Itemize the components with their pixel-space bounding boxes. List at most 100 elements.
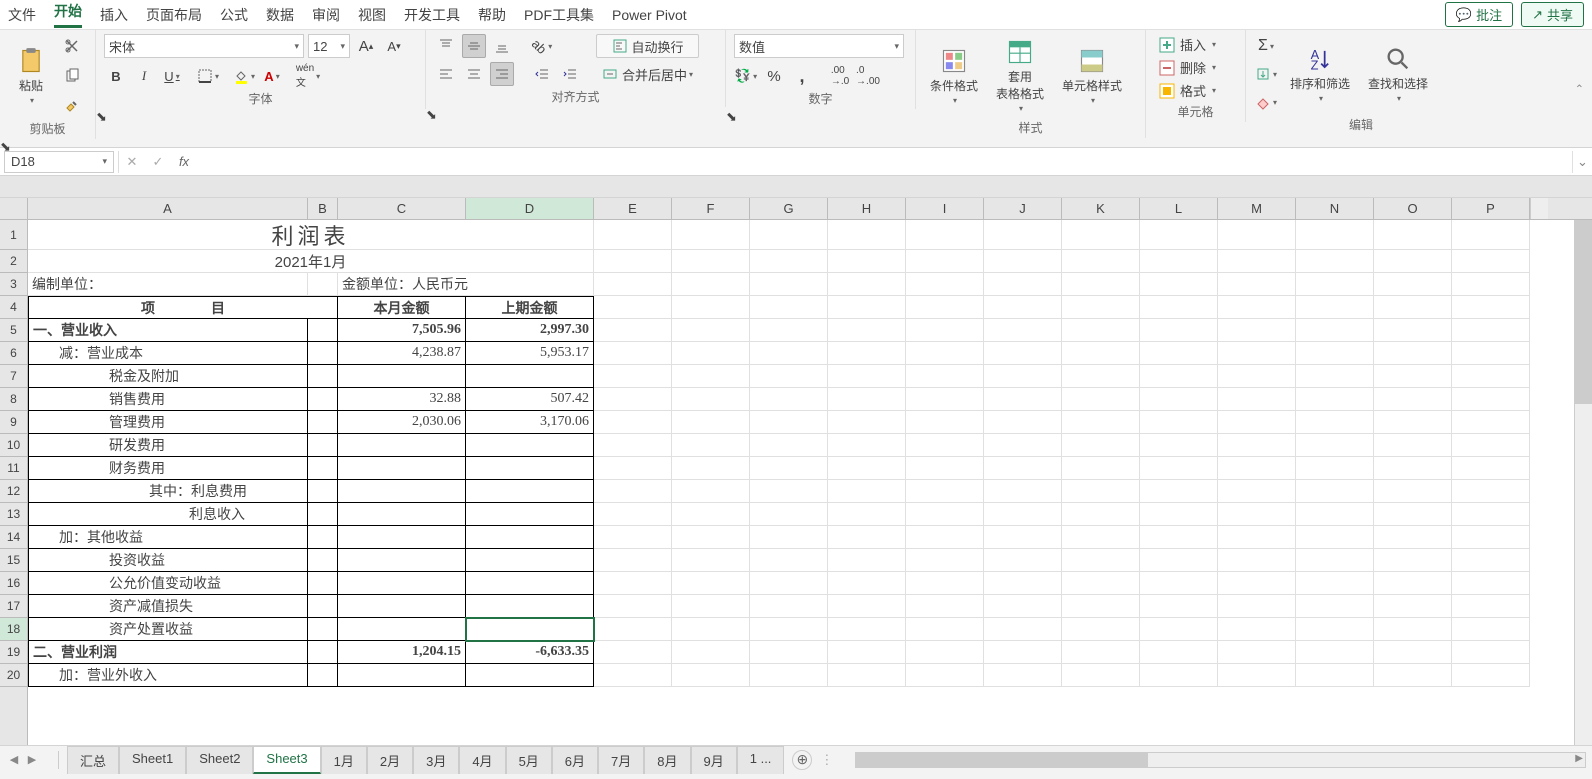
cell-G[interactable] bbox=[750, 342, 828, 365]
cell-B5[interactable] bbox=[308, 319, 338, 342]
row-header-20[interactable]: 20 bbox=[0, 664, 27, 687]
item-cell-17[interactable]: 资产减值损失 bbox=[28, 595, 308, 618]
cut-button[interactable] bbox=[60, 34, 84, 58]
cell-K[interactable] bbox=[1062, 273, 1140, 296]
cell-M[interactable] bbox=[1218, 365, 1296, 388]
sheet-tab-9月[interactable]: 9月 bbox=[691, 746, 737, 774]
column-header-M[interactable]: M bbox=[1218, 198, 1296, 219]
cell-G[interactable] bbox=[750, 457, 828, 480]
format-as-table-button[interactable]: 套用 表格格式▾ bbox=[990, 34, 1050, 117]
cell-F[interactable] bbox=[672, 664, 750, 687]
menu-pdf-tools[interactable]: PDF工具集 bbox=[524, 5, 594, 25]
org-label-cell[interactable]: 编制单位： bbox=[28, 273, 308, 296]
cell-G[interactable] bbox=[750, 273, 828, 296]
cell-L[interactable] bbox=[1140, 434, 1218, 457]
this-value-cell-15[interactable] bbox=[338, 549, 466, 572]
cell-F[interactable] bbox=[672, 388, 750, 411]
cell-M[interactable] bbox=[1218, 411, 1296, 434]
column-header-E[interactable]: E bbox=[594, 198, 672, 219]
cell-F[interactable] bbox=[672, 457, 750, 480]
cell-G[interactable] bbox=[750, 664, 828, 687]
cell-O[interactable] bbox=[1374, 220, 1452, 250]
cell-B15[interactable] bbox=[308, 549, 338, 572]
cell-L[interactable] bbox=[1140, 664, 1218, 687]
cell-F[interactable] bbox=[672, 273, 750, 296]
cell-H[interactable] bbox=[828, 411, 906, 434]
item-cell-7[interactable]: 税金及附加 bbox=[28, 365, 308, 388]
cell-H[interactable] bbox=[828, 503, 906, 526]
prev-value-cell-19[interactable]: -6,633.35 bbox=[466, 641, 594, 664]
sheet-tab-4月[interactable]: 4月 bbox=[459, 746, 505, 774]
cell-F[interactable] bbox=[672, 296, 750, 319]
this-value-cell-12[interactable] bbox=[338, 480, 466, 503]
tab-nav-next[interactable]: ▶ bbox=[24, 752, 40, 768]
cell-P[interactable] bbox=[1452, 296, 1530, 319]
cell-J[interactable] bbox=[984, 572, 1062, 595]
item-cell-14[interactable]: 加：其他收益 bbox=[28, 526, 308, 549]
cell-I[interactable] bbox=[906, 411, 984, 434]
cell-L[interactable] bbox=[1140, 411, 1218, 434]
bold-button[interactable]: B bbox=[104, 64, 128, 88]
cell-I[interactable] bbox=[906, 434, 984, 457]
cell-F[interactable] bbox=[672, 618, 750, 641]
cell-I[interactable] bbox=[906, 480, 984, 503]
cell-O[interactable] bbox=[1374, 503, 1452, 526]
cell-P[interactable] bbox=[1452, 220, 1530, 250]
cell-K[interactable] bbox=[1062, 641, 1140, 664]
sheet-tab-6月[interactable]: 6月 bbox=[552, 746, 598, 774]
cell-I[interactable] bbox=[906, 365, 984, 388]
cell-M[interactable] bbox=[1218, 503, 1296, 526]
cell-L[interactable] bbox=[1140, 480, 1218, 503]
cell-L[interactable] bbox=[1140, 526, 1218, 549]
cell-E[interactable] bbox=[594, 457, 672, 480]
number-launcher[interactable]: ⬊ bbox=[726, 109, 916, 125]
column-header-G[interactable]: G bbox=[750, 198, 828, 219]
cell-E[interactable] bbox=[594, 480, 672, 503]
cell-G[interactable] bbox=[750, 572, 828, 595]
cell-H[interactable] bbox=[828, 664, 906, 687]
cell-N[interactable] bbox=[1296, 641, 1374, 664]
cell-P[interactable] bbox=[1452, 549, 1530, 572]
select-all-corner[interactable] bbox=[0, 198, 28, 219]
horizontal-scrollbar[interactable]: ◀ ▶ bbox=[855, 752, 1586, 768]
prev-value-cell-14[interactable] bbox=[466, 526, 594, 549]
cell-O[interactable] bbox=[1374, 411, 1452, 434]
cell-O[interactable] bbox=[1374, 549, 1452, 572]
cell-F[interactable] bbox=[672, 220, 750, 250]
orientation-button[interactable]: ab▾ bbox=[530, 34, 554, 58]
cell-I[interactable] bbox=[906, 572, 984, 595]
cell-M[interactable] bbox=[1218, 342, 1296, 365]
cell-M[interactable] bbox=[1218, 434, 1296, 457]
cell-J[interactable] bbox=[984, 480, 1062, 503]
cell-F[interactable] bbox=[672, 342, 750, 365]
cell-K[interactable] bbox=[1062, 296, 1140, 319]
merge-center-button[interactable]: 合并后居中 ▾ bbox=[596, 62, 699, 86]
cell-H[interactable] bbox=[828, 388, 906, 411]
cell-K[interactable] bbox=[1062, 526, 1140, 549]
cell-O[interactable] bbox=[1374, 480, 1452, 503]
cell-B7[interactable] bbox=[308, 365, 338, 388]
cell-E[interactable] bbox=[594, 296, 672, 319]
cell-M[interactable] bbox=[1218, 664, 1296, 687]
cell-E[interactable] bbox=[594, 411, 672, 434]
column-header-F[interactable]: F bbox=[672, 198, 750, 219]
row-header-3[interactable]: 3 bbox=[0, 273, 27, 296]
cell-H[interactable] bbox=[828, 457, 906, 480]
row-header-15[interactable]: 15 bbox=[0, 549, 27, 572]
cell-H[interactable] bbox=[828, 549, 906, 572]
cell-N[interactable] bbox=[1296, 595, 1374, 618]
this-value-cell-19[interactable]: 1,204.15 bbox=[338, 641, 466, 664]
cell-B13[interactable] bbox=[308, 503, 338, 526]
cell-F[interactable] bbox=[672, 250, 750, 273]
cell-F[interactable] bbox=[672, 365, 750, 388]
this-value-cell-5[interactable]: 7,505.96 bbox=[338, 319, 466, 342]
cell-J[interactable] bbox=[984, 641, 1062, 664]
cell-O[interactable] bbox=[1374, 296, 1452, 319]
cell-I[interactable] bbox=[906, 618, 984, 641]
subtitle-cell[interactable]: 2021年1月 bbox=[28, 250, 594, 273]
item-cell-5[interactable]: 一、营业收入 bbox=[28, 319, 308, 342]
cell-P[interactable] bbox=[1452, 641, 1530, 664]
cell-E[interactable] bbox=[594, 641, 672, 664]
row-header-11[interactable]: 11 bbox=[0, 457, 27, 480]
cell-M[interactable] bbox=[1218, 480, 1296, 503]
